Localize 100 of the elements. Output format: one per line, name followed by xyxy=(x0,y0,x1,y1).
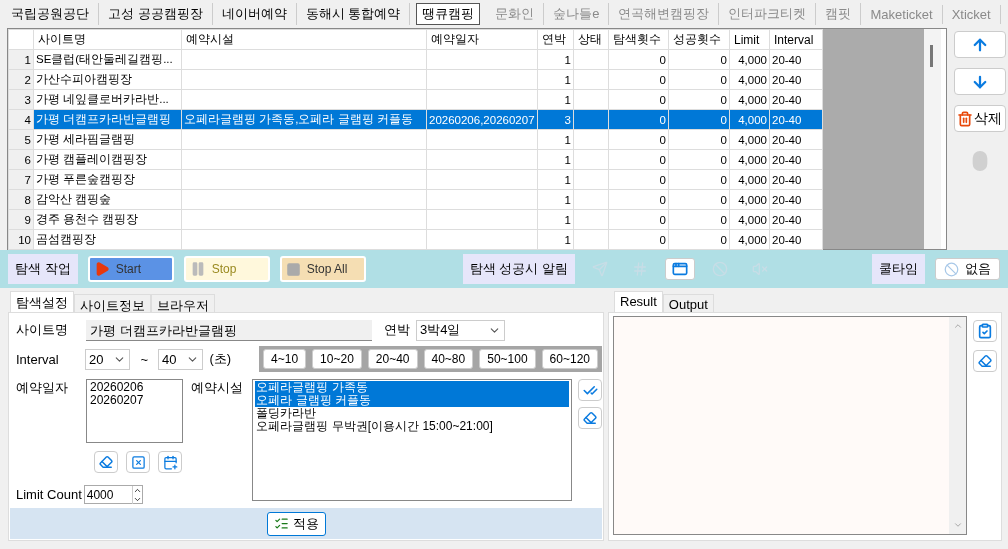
table-cell[interactable]: 1 xyxy=(537,149,574,170)
table-cell[interactable] xyxy=(181,49,427,70)
cooltime-button[interactable]: 없음 xyxy=(935,258,1000,280)
table-cell[interactable]: 0 xyxy=(608,149,669,170)
table-cell[interactable] xyxy=(181,229,427,250)
scrollbar[interactable] xyxy=(924,29,941,249)
site-tab[interactable]: 동해시 통합예약 xyxy=(296,3,411,25)
facility-item[interactable]: 오페라글램핑 가족동 xyxy=(255,381,569,394)
table-cell[interactable]: 가평 캠플레이캠핑장 xyxy=(33,149,182,170)
dates-list[interactable]: 20260206 20260207 xyxy=(86,379,183,443)
output-tab[interactable]: Result xyxy=(614,291,663,312)
table-cell[interactable]: 0 xyxy=(668,49,730,70)
table-cell[interactable]: 0 xyxy=(608,229,669,250)
move-down-button[interactable] xyxy=(953,68,1006,95)
table-cell[interactable]: 1 xyxy=(537,89,574,110)
table-cell[interactable]: 0 xyxy=(668,149,730,170)
table-cell[interactable] xyxy=(573,189,609,210)
site-tab[interactable]: 국립공원공단 xyxy=(2,3,99,25)
delete-button[interactable]: 삭제 xyxy=(953,105,1006,132)
table-cell[interactable]: 0 xyxy=(608,189,669,210)
table-cell[interactable]: 4,000 xyxy=(729,49,770,70)
table-cell[interactable]: 4,000 xyxy=(729,229,770,250)
facility-item[interactable]: 폴딩카라반 xyxy=(255,407,569,420)
remove-date-button[interactable] xyxy=(126,451,150,473)
table-cell[interactable]: 20-40 xyxy=(769,209,823,230)
preset-button[interactable]: 4~10 xyxy=(263,349,307,369)
interval-min-select[interactable]: 20 xyxy=(85,348,131,370)
window-button[interactable] xyxy=(664,258,695,280)
table-cell[interactable]: 1 xyxy=(537,169,574,190)
limit-count-field[interactable]: 4000 xyxy=(83,485,143,504)
table-cell[interactable] xyxy=(181,89,427,110)
table-cell[interactable] xyxy=(426,209,538,230)
table-cell[interactable]: 0 xyxy=(608,169,669,190)
table-cell[interactable]: 1 xyxy=(537,209,574,230)
table-cell[interactable] xyxy=(426,69,538,90)
table-cell[interactable]: 4,000 xyxy=(729,169,770,190)
stop-all-button[interactable]: Stop All xyxy=(279,256,366,282)
table-cell[interactable] xyxy=(181,69,427,90)
table-cell[interactable] xyxy=(426,149,538,170)
table-cell[interactable]: 0 xyxy=(608,89,669,110)
table-cell[interactable] xyxy=(181,129,427,150)
table-cell[interactable]: 20-40 xyxy=(769,129,823,150)
table-cell[interactable]: 20-40 xyxy=(769,169,823,190)
table-cell[interactable]: 20-40 xyxy=(769,49,823,70)
table-cell[interactable]: 감악산 캠핑숲 xyxy=(33,189,182,210)
table-cell[interactable] xyxy=(181,189,427,210)
move-up-button[interactable] xyxy=(953,31,1006,58)
table-cell[interactable]: 0 xyxy=(668,209,730,230)
table-cell[interactable]: 가산수피아캠핑장 xyxy=(33,69,182,90)
table-cell[interactable]: 0 xyxy=(668,89,730,110)
site-tab[interactable]: 땡큐캠핑 xyxy=(416,3,481,25)
site-tab[interactable]: 고성 공공캠핑장 xyxy=(99,3,213,25)
table-cell[interactable] xyxy=(426,229,538,250)
table-cell[interactable]: SE클럽(태안둘레길캠핑... xyxy=(33,49,182,70)
facility-list[interactable]: 오페라글램핑 가족동 오페라 글램핑 커플동 폴딩카라반 오페라글램핑 무박권[이용시간 15:00~21:00] xyxy=(252,379,572,501)
table-cell[interactable] xyxy=(426,129,538,150)
preset-button[interactable]: 50~100 xyxy=(479,349,536,369)
table-cell[interactable]: 20-40 xyxy=(769,89,823,110)
site-name-field[interactable]: 가평 더캠프카라반글램핑 xyxy=(86,319,372,341)
table-cell[interactable]: 경주 용천수 캠핑장 xyxy=(33,209,182,230)
table-cell[interactable]: 가평 네잎클로버카라반... xyxy=(33,89,182,110)
table-cell[interactable]: 0 xyxy=(608,209,669,230)
table-cell[interactable]: 가평 푸른숲캠핑장 xyxy=(33,169,182,190)
apply-button[interactable]: 적용 xyxy=(266,511,326,536)
result-text-area[interactable] xyxy=(613,316,967,535)
facility-item[interactable]: 오페라글램핑 무박권[이용시간 15:00~21:00] xyxy=(255,420,569,433)
table-cell[interactable]: 1 xyxy=(537,49,574,70)
table-cell[interactable]: 가평 세라핌글램핑 xyxy=(33,129,182,150)
table-cell[interactable]: 0 xyxy=(668,169,730,190)
table-cell[interactable]: 20-40 xyxy=(769,149,823,170)
table-cell[interactable]: 0 xyxy=(668,129,730,150)
interval-max-select[interactable]: 40 xyxy=(158,348,204,370)
table-cell[interactable] xyxy=(573,229,609,250)
preset-button[interactable]: 60~120 xyxy=(541,349,598,369)
table-cell[interactable]: 1 xyxy=(537,229,574,250)
table-cell[interactable] xyxy=(573,149,609,170)
table-cell[interactable]: 4,000 xyxy=(729,69,770,90)
preset-button[interactable]: 10~20 xyxy=(312,349,362,369)
copy-button[interactable] xyxy=(973,320,997,342)
table-cell[interactable]: 4,000 xyxy=(729,189,770,210)
nights-select[interactable]: 3박4일 xyxy=(416,319,505,341)
table-cell[interactable]: 20-40 xyxy=(769,229,823,250)
date-item[interactable]: 20260207 xyxy=(89,394,180,407)
clear-button[interactable] xyxy=(94,451,118,473)
clear-button[interactable] xyxy=(578,407,602,429)
table-cell[interactable]: 4,000 xyxy=(729,149,770,170)
table-cell[interactable]: 0 xyxy=(608,49,669,70)
table-cell[interactable]: 0 xyxy=(668,69,730,90)
table-cell[interactable] xyxy=(573,49,609,70)
settings-tab[interactable]: 브라우저 xyxy=(151,294,215,312)
output-tab[interactable]: Output xyxy=(662,294,714,312)
start-button[interactable]: Start xyxy=(87,256,174,282)
table-cell[interactable] xyxy=(181,149,427,170)
facility-item[interactable]: 오페라 글램핑 커플동 xyxy=(255,394,569,407)
date-item[interactable]: 20260206 xyxy=(89,381,180,394)
table-cell[interactable] xyxy=(181,169,427,190)
table-cell[interactable]: 20-40 xyxy=(769,69,823,90)
table-cell[interactable] xyxy=(573,69,609,90)
site-tab[interactable]: 네이버예약 xyxy=(212,3,297,25)
select-all-button[interactable] xyxy=(578,379,602,401)
